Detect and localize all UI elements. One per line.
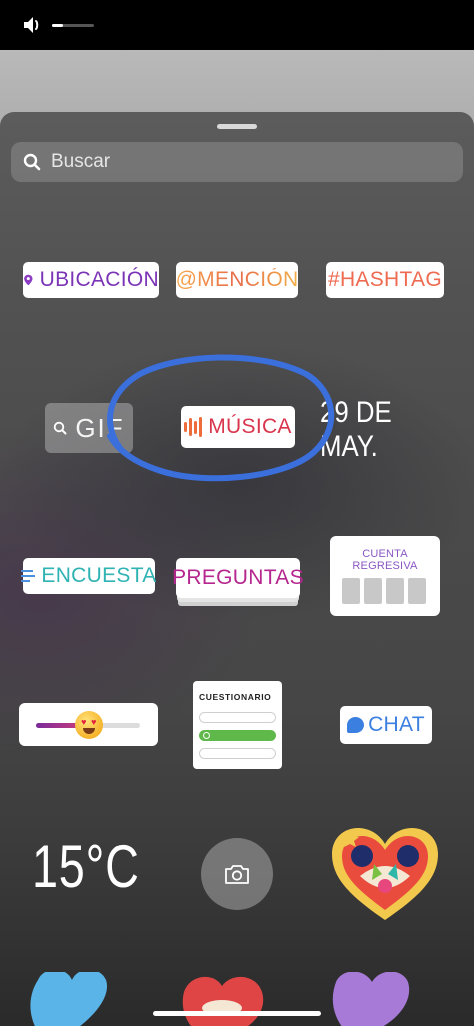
sticker-emoji-slider[interactable]: ♥ ♥ [19, 703, 158, 746]
quiz-option [199, 712, 276, 723]
heart-eyes-emoji-icon: ♥ ♥ [75, 711, 103, 739]
volume-slider [52, 24, 94, 27]
sticker-preguntas[interactable]: PREGUNTAS [172, 558, 304, 598]
bottom-stickers-row [30, 972, 410, 1026]
camera-icon [225, 865, 249, 884]
sticker-ubicacion[interactable]: UBICACIÓN [23, 262, 159, 298]
quiz-option-correct [199, 730, 276, 741]
sticker-gif-label: GIF [75, 412, 125, 443]
sticker-fecha-label: 29 DE MAY. [320, 396, 392, 463]
search-input[interactable] [51, 142, 441, 182]
sticker-cuenta-label: CUENTA REGRESIVA [352, 548, 418, 572]
quiz-option [199, 748, 276, 759]
sticker-hashtag[interactable]: #HASHTAG [326, 262, 444, 298]
sticker-chat[interactable]: CHAT [340, 706, 432, 744]
sticker-musica[interactable]: MÚSICA [181, 406, 295, 448]
search-icon [23, 153, 41, 171]
search-icon [54, 421, 67, 435]
sticker-gif[interactable]: GIF [45, 403, 133, 453]
sticker-chat-label: CHAT [368, 713, 425, 736]
heart-art-sticker[interactable] [330, 826, 440, 922]
countdown-boxes [342, 578, 426, 604]
sticker-musica-label: MÚSICA [208, 415, 292, 438]
sticker-mencion[interactable]: @MENCIÓN [176, 262, 298, 298]
sheet-grabber[interactable] [217, 124, 257, 129]
search-bar[interactable] [11, 142, 463, 182]
sticker-encuesta[interactable]: ENCUESTA [21, 558, 157, 594]
sticker-cuenta-regresiva[interactable]: CUENTA REGRESIVA [330, 536, 440, 616]
sticker-fecha[interactable]: 29 DE MAY. [320, 396, 440, 463]
sticker-temperatura[interactable]: 15°C [32, 832, 140, 901]
sticker-encuesta-label: ENCUESTA [41, 564, 157, 587]
music-icon [184, 417, 203, 437]
sticker-ubicacion-label: UBICACIÓN [39, 268, 159, 291]
sticker-temperatura-label: 15°C [32, 833, 140, 900]
status-bar [0, 0, 474, 50]
camera-button[interactable] [201, 838, 273, 910]
sticker-cuestionario-label: CUESTIONARIO [199, 692, 272, 702]
volume-icon [24, 17, 39, 33]
chat-icon [347, 717, 365, 733]
poll-icon [21, 570, 36, 582]
sticker-mencion-label: @MENCIÓN [175, 268, 299, 291]
sticker-hashtag-label: #HASHTAG [327, 268, 443, 291]
sticker-cuestionario[interactable]: CUESTIONARIO [193, 681, 282, 769]
sticker-tray: UBICACIÓN @MENCIÓN #HASHTAG GIF MÚSICA 2… [0, 112, 474, 1026]
sticker-preguntas-label: PREGUNTAS [172, 566, 304, 589]
home-indicator [153, 1011, 321, 1016]
location-icon [24, 274, 33, 286]
